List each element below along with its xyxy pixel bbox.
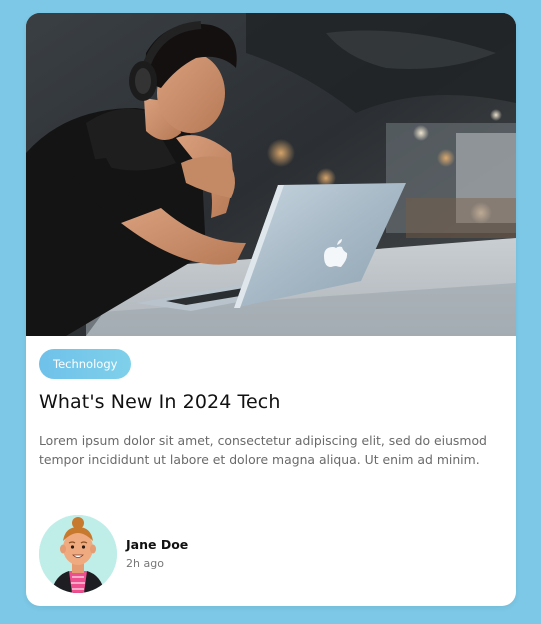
article-card[interactable]: Technology What's New In 2024 Tech Lorem… bbox=[26, 13, 516, 606]
author-name[interactable]: Jane Doe bbox=[126, 537, 188, 552]
article-title[interactable]: What's New In 2024 Tech bbox=[39, 391, 281, 413]
avatar-illustration bbox=[39, 515, 117, 593]
avatar[interactable] bbox=[39, 515, 117, 593]
hero-image bbox=[26, 13, 516, 336]
post-time: 2h ago bbox=[126, 557, 164, 570]
category-tag[interactable]: Technology bbox=[39, 349, 132, 379]
article-excerpt: Lorem ipsum dolor sit amet, consectetur … bbox=[39, 433, 487, 467]
